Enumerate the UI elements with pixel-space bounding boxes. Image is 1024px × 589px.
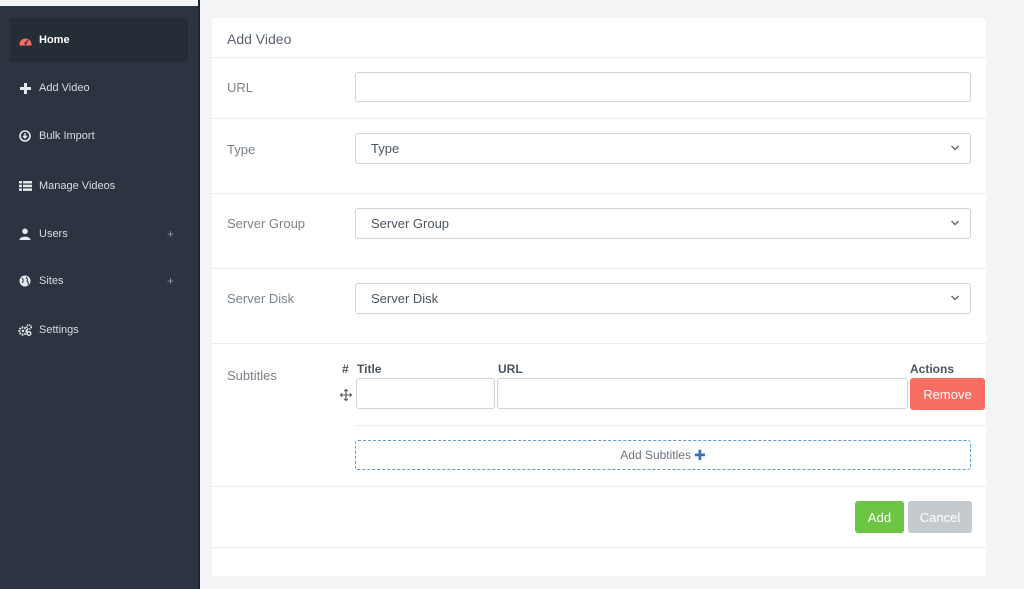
sidebar-edge	[198, 0, 200, 589]
subtitle-url-input[interactable]	[497, 378, 908, 409]
sidebar-item-label: Add Video	[39, 82, 90, 94]
add-subtitles-button[interactable]: Add Subtitles ✚	[355, 440, 971, 470]
gears-icon	[18, 323, 32, 337]
drag-handle-icon[interactable]	[339, 388, 353, 406]
sidebar-item-label: Users	[39, 228, 68, 240]
sidebar-item-label: Home	[39, 34, 70, 46]
sidebar-item-sites[interactable]: Sites +	[10, 259, 188, 303]
divider	[212, 268, 986, 269]
subtitle-title-input[interactable]	[356, 378, 495, 409]
server-group-select-value: Server Group	[371, 216, 450, 231]
sidebar-item-users[interactable]: Users +	[10, 212, 188, 256]
cancel-button[interactable]: Cancel	[908, 501, 972, 533]
expand-icon[interactable]: +	[167, 227, 174, 241]
server-disk-label: Server Disk	[227, 291, 295, 306]
user-icon	[18, 227, 32, 241]
type-select[interactable]: Type	[355, 133, 971, 164]
chevron-down-icon	[950, 217, 960, 232]
sidebar: Home Add Video Bulk Import Manage Videos…	[0, 0, 200, 589]
sidebar-item-home[interactable]: Home	[10, 18, 188, 62]
divider	[212, 486, 986, 487]
sidebar-top-gap	[0, 0, 200, 6]
add-video-panel: Add Video URL Type Type Server Group Ser…	[212, 18, 986, 576]
page-title: Add Video	[227, 31, 292, 47]
divider	[212, 343, 986, 344]
sidebar-item-label: Manage Videos	[39, 180, 116, 192]
divider	[355, 425, 986, 426]
url-input[interactable]	[355, 72, 971, 102]
sidebar-item-label: Bulk Import	[39, 130, 95, 142]
download-circle-icon	[18, 129, 32, 143]
add-subtitles-label: Add Subtitles	[620, 448, 691, 462]
list-icon	[18, 179, 32, 193]
divider	[212, 547, 986, 548]
chevron-down-icon	[950, 142, 960, 157]
subtitles-col-title: Title	[357, 362, 382, 376]
add-button[interactable]: Add	[855, 501, 904, 533]
url-label: URL	[227, 80, 254, 95]
expand-icon[interactable]: +	[167, 274, 174, 288]
plus-icon: ✚	[693, 446, 706, 463]
subtitles-col-index: #	[342, 362, 349, 376]
plus-icon	[18, 81, 32, 95]
server-group-label: Server Group	[227, 216, 306, 231]
sidebar-item-label: Sites	[39, 275, 64, 287]
sidebar-item-add-video[interactable]: Add Video	[10, 66, 188, 110]
subtitles-label: Subtitles	[227, 368, 277, 383]
type-select-value: Type	[371, 141, 400, 156]
remove-subtitle-button[interactable]: Remove	[910, 378, 985, 410]
server-disk-select-value: Server Disk	[371, 291, 439, 306]
server-disk-select[interactable]: Server Disk	[355, 283, 971, 314]
divider	[212, 57, 986, 58]
sidebar-item-label: Settings	[39, 324, 79, 336]
chevron-down-icon	[950, 292, 960, 307]
globe-icon	[18, 274, 32, 288]
subtitles-col-actions: Actions	[910, 362, 955, 376]
dashboard-icon	[18, 33, 32, 47]
divider	[212, 193, 986, 194]
sidebar-item-bulk-import[interactable]: Bulk Import	[10, 114, 188, 158]
type-label: Type	[227, 142, 256, 157]
subtitles-col-url: URL	[498, 362, 523, 376]
sidebar-item-manage-videos[interactable]: Manage Videos	[10, 164, 188, 208]
server-group-select[interactable]: Server Group	[355, 208, 971, 239]
sidebar-item-settings[interactable]: Settings	[10, 308, 188, 352]
divider	[212, 118, 986, 119]
